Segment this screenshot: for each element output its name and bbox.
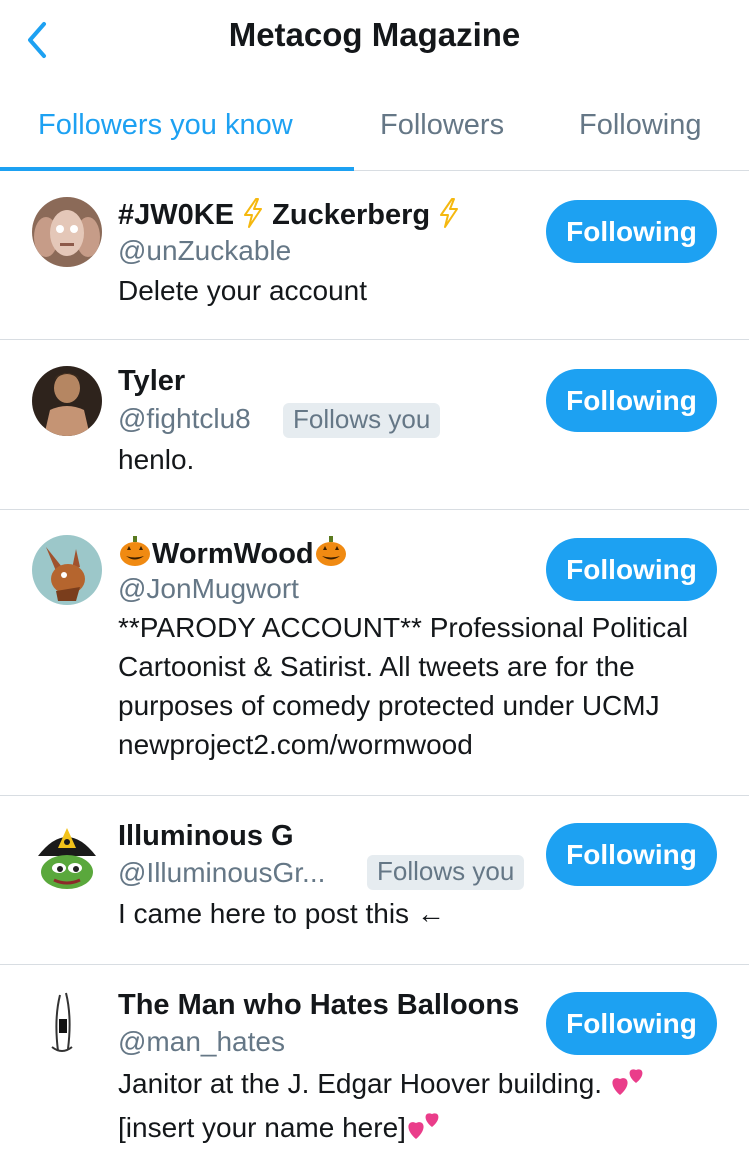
lightning-icon	[438, 198, 460, 236]
two-hearts-icon	[406, 1107, 444, 1151]
list-item-user[interactable]: Tyler @fightclu8 Follows you henlo. Foll…	[0, 340, 749, 510]
user-bio: Janitor at the J. Edgar Hoover building.…	[118, 1063, 709, 1151]
tab-following[interactable]: Following	[579, 109, 702, 142]
avatar	[32, 197, 102, 267]
list-item-user[interactable]: WormWood @JonMugwort **PARODY ACCOUNT** …	[0, 510, 749, 796]
following-button[interactable]: Following	[546, 992, 717, 1055]
user-handle: @unZuckable	[118, 235, 292, 266]
two-hearts-icon	[610, 1063, 648, 1107]
list-item-user[interactable]: Illuminous G @IlluminousGr... Follows yo…	[0, 796, 749, 965]
following-button[interactable]: Following	[546, 823, 717, 886]
user-bio: Delete your account	[118, 275, 368, 306]
user-handle: @fightclu8	[118, 403, 251, 434]
jack-o-lantern-icon	[118, 535, 152, 575]
tab-followers-you-know[interactable]: Followers you know	[38, 109, 293, 142]
user-handle: @man_hates	[118, 1026, 285, 1057]
user-handle: @IlluminousGr...	[118, 857, 326, 888]
following-button[interactable]: Following	[546, 369, 717, 432]
jack-o-lantern-icon	[314, 535, 348, 575]
user-display-name: Tyler	[118, 365, 186, 397]
lightning-icon	[242, 198, 264, 236]
user-display-name: Illuminous G	[118, 820, 294, 852]
user-display-name: WormWood	[118, 535, 348, 575]
follows-you-badge: Follows you	[367, 855, 525, 890]
user-bio: henlo.	[118, 444, 195, 475]
following-button[interactable]: Following	[546, 200, 717, 263]
avatar	[32, 989, 102, 1059]
tab-bar: Followers you know Followers Following	[0, 88, 749, 171]
user-display-name: #JW0KE Zuckerberg	[118, 198, 460, 236]
tab-followers[interactable]: Followers	[380, 109, 504, 142]
following-button[interactable]: Following	[546, 538, 717, 601]
user-handle: @JonMugwort	[118, 573, 299, 604]
avatar	[32, 535, 102, 605]
follows-you-badge: Follows you	[283, 403, 441, 438]
avatar	[32, 822, 102, 892]
user-bio: I came here to post this ←	[118, 898, 445, 929]
nav-bar: Metacog Magazine	[0, 0, 749, 88]
user-bio: **PARODY ACCOUNT** Professional Politica…	[118, 612, 689, 760]
list-item-user[interactable]: #JW0KE Zuckerberg @unZuckable Delete you…	[0, 171, 749, 340]
page-title: Metacog Magazine	[228, 16, 521, 53]
list-item-user[interactable]: The Man who Hates Balloons @man_hates Ja…	[0, 965, 749, 1160]
avatar	[32, 366, 102, 436]
user-display-name: The Man who Hates Balloons	[118, 989, 520, 1021]
